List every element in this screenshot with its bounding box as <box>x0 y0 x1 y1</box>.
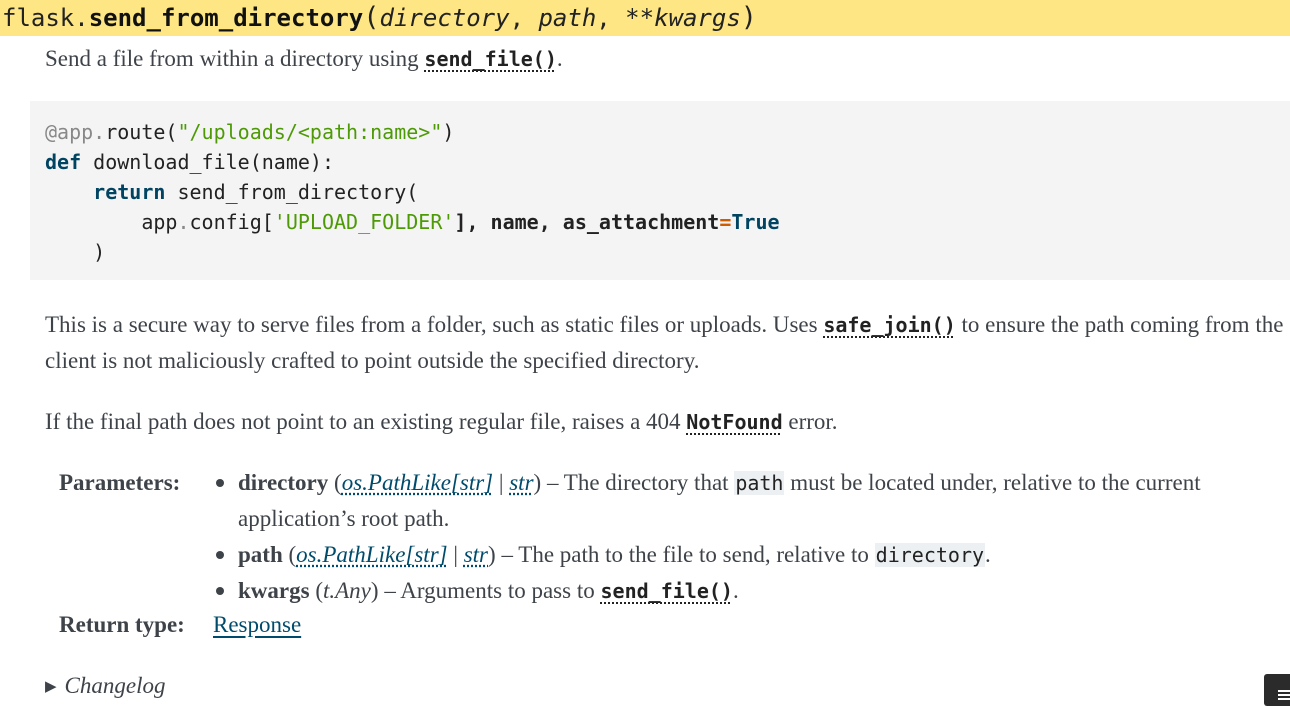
code-function-def: download_file(name): <box>81 150 334 174</box>
code-args: ], name, as_attachment <box>454 210 720 234</box>
safe-join-link[interactable]: safe_join() <box>823 313 955 337</box>
code-operator: = <box>719 210 732 234</box>
param-desc: – The path to the file to send, relative… <box>495 542 875 567</box>
signature-module: flask. <box>2 4 89 32</box>
changelog-toggle[interactable]: ▶ Changelog <box>45 668 166 705</box>
code-dot: . <box>177 210 190 234</box>
param-type-close: ) <box>370 578 379 603</box>
param-type-close: ) <box>488 542 496 567</box>
code-example: @app.route("/uploads/<path:name>") def d… <box>30 101 1290 280</box>
code-string: "/uploads/<path:name>" <box>177 120 443 144</box>
param-type-open: ( <box>282 542 297 567</box>
param-name: directory <box>238 470 329 495</box>
send-file-link[interactable]: send_file() <box>424 47 556 71</box>
param-desc-end: . <box>985 542 991 567</box>
code-decorator: @app <box>45 120 94 144</box>
code-config: config[ <box>189 210 274 234</box>
code-close-paren: ) <box>45 240 106 264</box>
signature-open-paren: ( <box>363 2 380 33</box>
param-literal: path <box>734 471 785 495</box>
code-call: send_from_directory( <box>165 180 419 204</box>
param-desc: – The directory that <box>541 470 735 495</box>
param-desc-end: . <box>732 578 739 603</box>
code-route-call: route( <box>105 120 178 144</box>
param-type-sep: | <box>447 542 464 567</box>
param-type-open: ( <box>328 470 342 495</box>
return-type-label: Return type: <box>59 612 185 637</box>
param-name: path <box>238 542 283 567</box>
code-keyword-true: True <box>731 210 780 234</box>
param-type-link[interactable]: os.PathLike[str] <box>342 470 493 495</box>
param-type-link[interactable]: str <box>509 470 533 495</box>
intro-text: Send a file from within a directory usin… <box>45 46 425 71</box>
intro-paragraph: Send a file from within a directory usin… <box>45 41 1285 77</box>
menu-icon <box>1278 690 1290 700</box>
return-type-link[interactable]: Response <box>213 607 301 643</box>
signature-separator: , <box>596 4 626 32</box>
param-kwargs: kwargs (t.Any) – Arguments to pass to se… <box>216 573 1278 609</box>
corner-menu-button[interactable] <box>1264 674 1290 706</box>
code-keyword-def: def <box>45 150 82 174</box>
param-desc: – Arguments to pass to <box>378 578 601 603</box>
parameters-list: directory (os.PathLike[str] | str) – The… <box>216 465 1278 609</box>
code-string: 'UPLOAD_FOLDER' <box>273 210 455 234</box>
intro-text-end: . <box>556 46 563 71</box>
security-text: This is a secure way to serve files from… <box>45 312 824 337</box>
code-app-ref: app <box>45 210 178 234</box>
code-keyword-return: return <box>93 180 166 204</box>
signature-param-directory: directory <box>379 4 510 32</box>
parameters-label: Parameters: <box>59 470 181 495</box>
signature-close-paren: ) <box>740 2 758 33</box>
function-signature: flask.send_from_directory(directory, pat… <box>0 0 1290 36</box>
param-type-open: ( <box>309 578 323 603</box>
code-paren: ) <box>442 120 455 144</box>
disclosure-triangle-icon: ▶ <box>45 679 57 695</box>
param-type-link[interactable]: str <box>464 542 488 567</box>
param-type-link[interactable]: os.PathLike[str] <box>296 542 447 567</box>
notfound-link[interactable]: NotFound <box>686 410 782 434</box>
notfound-text-end: error. <box>782 409 838 434</box>
security-paragraph: This is a secure way to serve files from… <box>45 307 1285 379</box>
param-literal: directory <box>874 543 986 567</box>
param-type: t.Any <box>322 578 371 603</box>
signature-param-path: path <box>538 4 597 32</box>
notfound-text: If the final path does not point to an e… <box>45 409 687 434</box>
signature-param-kwargs: **kwargs <box>625 4 741 32</box>
param-directory: directory (os.PathLike[str] | str) – The… <box>216 465 1278 537</box>
signature-separator: , <box>509 4 539 32</box>
changelog-label: Changelog <box>64 673 166 698</box>
param-type-sep: | <box>493 470 510 495</box>
param-path: path (os.PathLike[str] | str) – The path… <box>216 537 1278 573</box>
signature-function-name: send_from_directory <box>88 4 364 32</box>
param-name: kwargs <box>238 578 310 603</box>
send-file-link[interactable]: send_file() <box>600 579 732 603</box>
code-dot: . <box>93 120 106 144</box>
notfound-paragraph: If the final path does not point to an e… <box>45 404 1285 440</box>
